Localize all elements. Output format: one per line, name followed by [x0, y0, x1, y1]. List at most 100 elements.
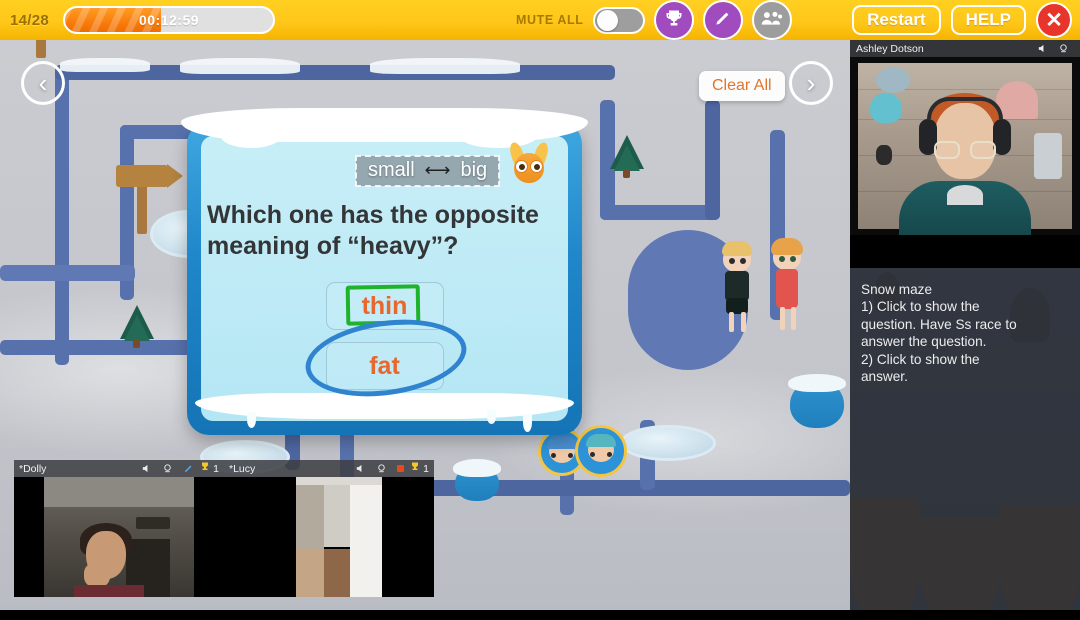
- eyeglass-lens: [934, 141, 960, 159]
- boy-eye: [729, 258, 735, 264]
- maze-wall: [0, 265, 135, 281]
- avatar-cap: [547, 436, 577, 450]
- room-ceiling: [44, 477, 194, 507]
- next-slide-button[interactable]: ›: [789, 61, 833, 105]
- right-sidebar: Ashley Dotson Snow maze 1) Click to show…: [850, 40, 1080, 620]
- girl-eye: [790, 256, 796, 262]
- pair-right-word: big: [460, 159, 488, 181]
- student-name: *Lucy: [229, 462, 256, 475]
- student-tile-lucy[interactable]: *Lucy 1: [224, 460, 434, 615]
- owl-eye: [530, 160, 543, 173]
- student-name: *Dolly: [19, 462, 47, 475]
- chevron-left-icon: ‹: [38, 68, 48, 98]
- topbar-center-controls: MUTE ALL: [516, 0, 792, 40]
- double-arrow-icon: ⟷: [424, 160, 451, 180]
- ice-pond: [620, 425, 716, 461]
- wall-decoration: [876, 145, 892, 165]
- question-card[interactable]: small ⟷ big Which one has the opposite m…: [181, 108, 588, 435]
- student-video[interactable]: [224, 477, 434, 597]
- student-trophy: 1: [199, 461, 219, 476]
- speaker-icon[interactable]: [1037, 43, 1048, 54]
- girl-hair: [771, 238, 803, 255]
- trophy-count: 1: [213, 462, 219, 475]
- speaker-icon[interactable]: [141, 463, 152, 474]
- girl-leg: [780, 307, 785, 330]
- word-pair-tag: small ⟷ big: [354, 155, 501, 187]
- student-trophy: 1: [409, 461, 429, 476]
- student-video-row: *Dolly 1 *Lucy 1: [0, 460, 436, 615]
- microphone-icon[interactable]: [162, 463, 173, 474]
- student-avatar-badge[interactable]: [575, 425, 627, 477]
- trophy-icon: [199, 461, 211, 476]
- participants-button[interactable]: [751, 0, 792, 40]
- mute-all-label: MUTE ALL: [516, 13, 584, 27]
- question-text: Which one has the opposite meaning of “h…: [207, 201, 539, 260]
- signpost-post: [36, 40, 46, 58]
- girl-eye: [779, 256, 785, 262]
- classroom-app: 14/28 00:12:59 MUTE ALL Restart HELP ✕ ‹…: [0, 0, 1080, 620]
- instructions-panel: Snow maze 1) Click to show the question.…: [850, 268, 1080, 620]
- owl-eye: [515, 160, 528, 173]
- speaker-icon[interactable]: [355, 463, 366, 474]
- video-block: [350, 479, 382, 597]
- snow-cap: [370, 58, 520, 74]
- avatar-cap: [586, 433, 616, 447]
- answer-list: thin fat: [187, 282, 582, 406]
- lesson-timer[interactable]: 00:12:59: [63, 6, 275, 34]
- maze-wall: [705, 100, 720, 220]
- pen-icon[interactable]: [183, 463, 194, 474]
- icicle: [247, 412, 256, 428]
- snow-cap: [60, 58, 150, 72]
- teacher-name: Ashley Dotson: [856, 42, 924, 55]
- pine-tree-layer: [614, 145, 640, 171]
- previous-slide-button[interactable]: ‹: [21, 61, 65, 105]
- teacher-video[interactable]: [850, 57, 1080, 235]
- cartoon-boy: [718, 238, 758, 334]
- signpost-post: [137, 180, 147, 234]
- student-camera-feed: [224, 477, 434, 597]
- bottom-black-strip: [0, 610, 1080, 620]
- student-camera-feed: [44, 477, 194, 597]
- boy-leg: [741, 312, 746, 332]
- video-block: [296, 549, 324, 597]
- mute-all-toggle[interactable]: [592, 6, 645, 34]
- signpost-arrow-icon: [167, 164, 183, 188]
- trophy-icon: [409, 461, 421, 476]
- trophy-button[interactable]: [653, 0, 694, 40]
- avatar-eyes: [551, 452, 573, 458]
- snow-cap: [180, 58, 300, 74]
- card-snow-top: [181, 108, 588, 148]
- avatar-eyes: [590, 451, 612, 457]
- snow-bush: [453, 459, 501, 501]
- help-button[interactable]: HELP: [950, 4, 1026, 36]
- pen-icon: [713, 8, 733, 33]
- slide-counter: 14/28: [10, 11, 50, 29]
- icicle: [523, 414, 532, 432]
- topbar-right-controls: Restart HELP ✕: [852, 0, 1072, 40]
- restart-button[interactable]: Restart: [852, 4, 941, 36]
- microphone-icon[interactable]: [1058, 43, 1069, 54]
- tree-trunk: [133, 339, 140, 348]
- girl-leg: [791, 307, 796, 330]
- maze-wall: [600, 205, 720, 220]
- pen-button[interactable]: [702, 0, 743, 40]
- close-button[interactable]: ✕: [1036, 2, 1072, 38]
- snow-bush: [788, 374, 846, 428]
- student-header: *Lucy 1: [224, 460, 434, 477]
- answer-option-fat[interactable]: fat: [300, 310, 471, 406]
- student-hand: [84, 563, 110, 587]
- top-toolbar: 14/28 00:12:59 MUTE ALL Restart HELP ✕: [0, 0, 1080, 40]
- icicle: [487, 410, 496, 424]
- maze-wall: [55, 65, 69, 365]
- wall-decoration: [1034, 133, 1062, 179]
- wall-decoration: [876, 67, 910, 93]
- timer-value: 00:12:59: [138, 12, 200, 28]
- microphone-icon[interactable]: [376, 463, 387, 474]
- video-block: [324, 479, 350, 547]
- student-video[interactable]: [14, 477, 224, 597]
- video-block: [382, 477, 434, 597]
- wall-decoration: [870, 93, 902, 123]
- clear-all-button[interactable]: Clear All: [699, 71, 785, 101]
- teacher-video-header: Ashley Dotson: [850, 40, 1080, 57]
- student-tile-dolly[interactable]: *Dolly 1: [14, 460, 224, 615]
